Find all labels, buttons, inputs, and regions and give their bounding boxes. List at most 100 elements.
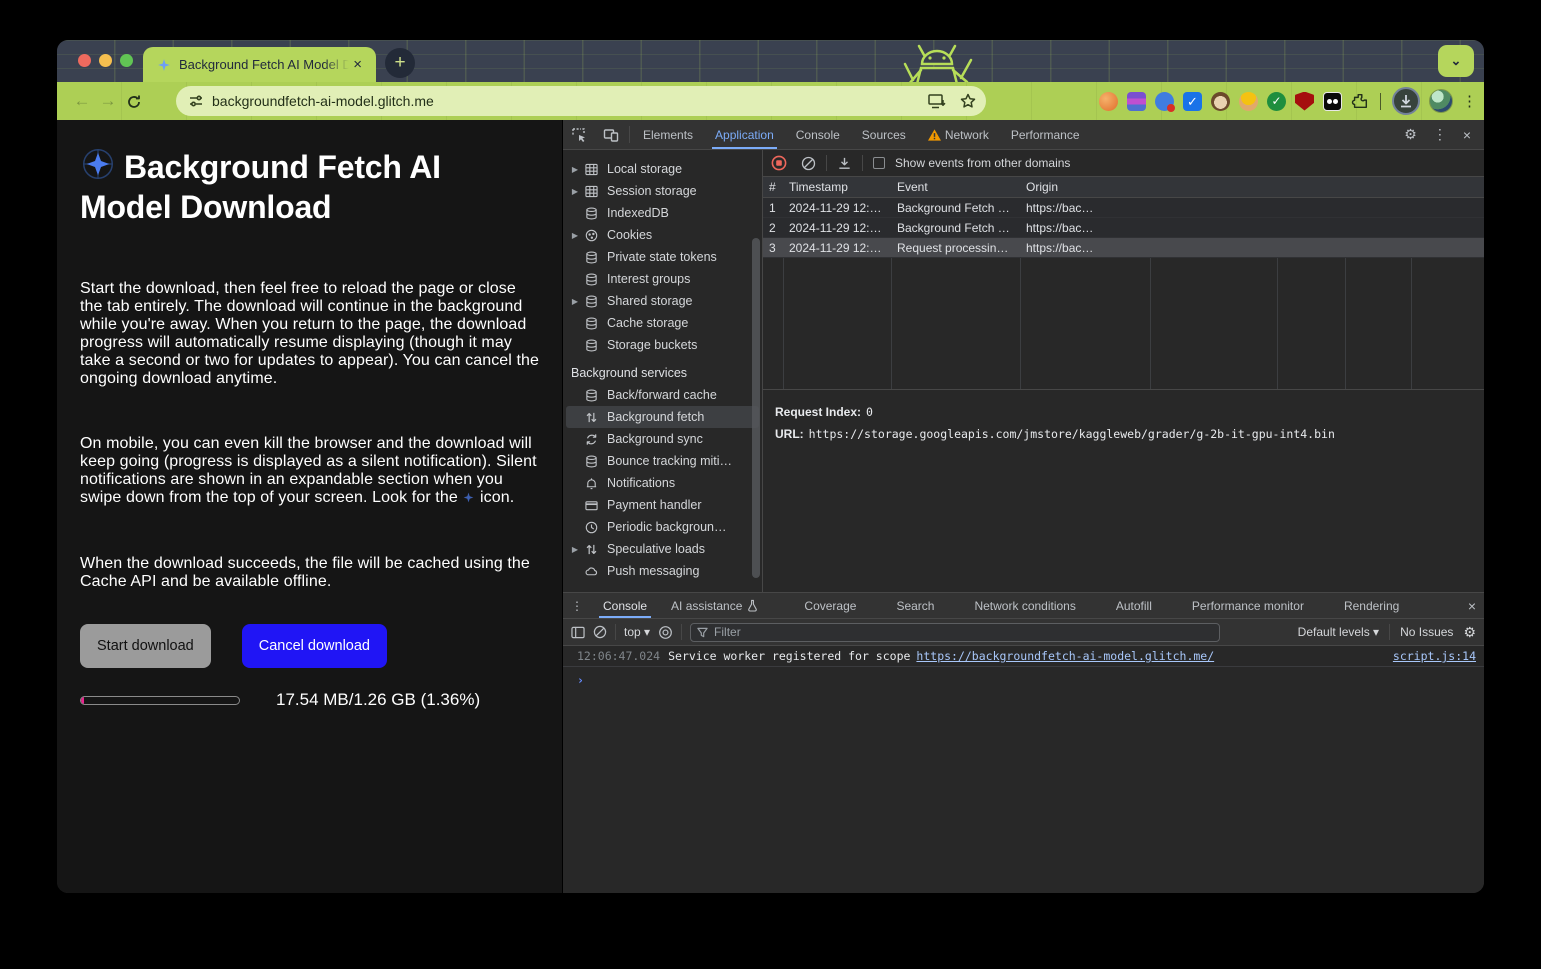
extension-icon-check-green[interactable]: ✓ (1267, 92, 1286, 111)
downloads-button[interactable] (1392, 87, 1420, 115)
devtools-panel: Elements Application Console Sources Net… (563, 120, 1484, 893)
table-row[interactable]: 2 2024-11-29 12:… Background Fetch … htt… (763, 218, 1484, 238)
database-icon (583, 389, 599, 402)
column-header-event[interactable]: Event (891, 180, 1020, 194)
sidebar-item-local-storage[interactable]: ▶Local storage (563, 158, 762, 180)
sidebar-item-session-storage[interactable]: ▶Session storage (563, 180, 762, 202)
sidebar-item-periodic-background-sync[interactable]: Periodic backgroun… (563, 516, 762, 538)
cancel-download-button[interactable]: Cancel download (242, 624, 387, 668)
forward-button[interactable]: → (95, 91, 121, 111)
console-message-link[interactable]: https://backgroundfetch-ai-model.glitch.… (916, 649, 1214, 663)
drawer-menu-icon[interactable]: ⋮ (563, 593, 591, 618)
devtools-close-icon[interactable]: × (1456, 127, 1478, 143)
profile-avatar[interactable] (1429, 89, 1453, 113)
maximize-window-button[interactable] (120, 54, 133, 67)
record-icon[interactable] (771, 155, 787, 171)
extension-icon-dice[interactable] (1323, 92, 1342, 111)
close-window-button[interactable] (78, 54, 91, 67)
sidebar-item-payment-handler[interactable]: Payment handler (563, 494, 762, 516)
drawer-tab-performance-monitor[interactable]: Performance monitor (1180, 593, 1316, 618)
sidebar-item-cache-storage[interactable]: Cache storage (563, 312, 762, 334)
extension-icon-fox[interactable] (1099, 92, 1118, 111)
devtools-tab-application[interactable]: Application (704, 120, 785, 149)
database-icon (583, 455, 599, 468)
cookie-icon (583, 229, 599, 242)
show-events-checkbox-label[interactable]: Show events from other domains (895, 156, 1070, 170)
url-text[interactable]: backgroundfetch-ai-model.glitch.me (212, 93, 928, 109)
show-events-checkbox[interactable] (873, 157, 885, 169)
sidebar-item-storage-buckets[interactable]: Storage buckets (563, 334, 762, 356)
extension-icon-key[interactable] (1155, 92, 1174, 111)
save-events-icon[interactable] (837, 156, 852, 171)
default-levels-dropdown[interactable]: Default levels ▾ (1298, 625, 1379, 639)
drawer-tab-search[interactable]: Search (884, 593, 946, 618)
browser-menu-icon[interactable]: ⋮ (1462, 92, 1476, 110)
console-filter-input[interactable] (714, 625, 1213, 639)
devtools-settings-icon[interactable]: ⚙ (1397, 126, 1424, 143)
devtools-menu-icon[interactable]: ⋮ (1426, 126, 1454, 143)
console-source-link[interactable]: script.js:14 (1393, 649, 1476, 663)
sidebar-item-interest-groups[interactable]: Interest groups (563, 268, 762, 290)
back-button[interactable]: ← (69, 91, 95, 111)
devtools-tab-sources[interactable]: Sources (851, 120, 917, 149)
drawer-close-icon[interactable]: × (1460, 593, 1484, 618)
sidebar-item-shared-storage[interactable]: ▶Shared storage (563, 290, 762, 312)
request-url-value: https://storage.googleapis.com/jmstore/k… (809, 427, 1335, 441)
sidebar-item-private-state-tokens[interactable]: Private state tokens (563, 246, 762, 268)
sidebar-item-background-sync[interactable]: Background sync (563, 428, 762, 450)
reload-button[interactable] (121, 92, 147, 110)
drawer-tab-rendering[interactable]: Rendering (1332, 593, 1411, 618)
live-expression-icon[interactable] (658, 625, 673, 640)
sidebar-item-bounce-tracking[interactable]: Bounce tracking miti… (563, 450, 762, 472)
column-header-timestamp[interactable]: Timestamp (783, 180, 891, 194)
table-row[interactable]: 1 2024-11-29 12:… Background Fetch … htt… (763, 198, 1484, 218)
browser-tab[interactable]: Background Fetch AI Model D × (143, 47, 376, 82)
cell-origin: https://bac… (1020, 241, 1150, 255)
console-filter[interactable] (690, 623, 1220, 642)
extension-icon-worker[interactable] (1239, 92, 1258, 111)
bookmark-star-icon[interactable] (960, 93, 976, 109)
url-bar[interactable]: backgroundfetch-ai-model.glitch.me (176, 86, 986, 116)
extensions-puzzle-icon[interactable] (1351, 92, 1369, 110)
device-toolbar-icon[interactable] (595, 120, 627, 149)
sidebar-item-push-messaging[interactable]: Push messaging (563, 560, 762, 582)
new-tab-button[interactable]: + (385, 48, 415, 78)
sidebar-item-back-forward-cache[interactable]: Back/forward cache (563, 384, 762, 406)
console-clear-icon[interactable] (593, 625, 607, 639)
drawer-tab-network-conditions[interactable]: Network conditions (962, 593, 1087, 618)
console-context-selector[interactable]: top ▾ (624, 625, 650, 639)
sidebar-item-notifications[interactable]: Notifications (563, 472, 762, 494)
devtools-tab-performance[interactable]: Performance (1000, 120, 1091, 149)
devtools-tab-network[interactable]: Network (917, 120, 1000, 149)
sidebar-item-cookies[interactable]: ▶Cookies (563, 224, 762, 246)
drawer-tab-ai-assistance[interactable]: AI assistance (659, 593, 770, 618)
sidebar-scrollbar[interactable] (752, 238, 760, 578)
tab-search-button[interactable]: ⌄ (1438, 45, 1474, 77)
extension-icon-monkey[interactable] (1211, 92, 1230, 111)
sidebar-item-background-fetch[interactable]: Background fetch (566, 406, 759, 428)
clear-icon[interactable] (801, 156, 816, 171)
drawer-tab-autofill[interactable]: Autofill (1104, 593, 1164, 618)
send-to-device-icon[interactable] (928, 94, 946, 109)
sidebar-item-indexeddb[interactable]: IndexedDB (563, 202, 762, 224)
column-header-origin[interactable]: Origin (1020, 180, 1150, 194)
start-download-button[interactable]: Start download (80, 624, 211, 668)
console-sidebar-icon[interactable] (571, 626, 585, 639)
extension-icon-shield[interactable] (1295, 92, 1314, 111)
console-settings-icon[interactable]: ⚙ (1463, 624, 1476, 641)
extension-icon-stack[interactable] (1127, 92, 1146, 111)
sidebar-item-speculative-loads[interactable]: ▶Speculative loads (563, 538, 762, 560)
site-settings-icon[interactable] (188, 93, 204, 109)
issues-counter[interactable]: No Issues (1400, 625, 1453, 639)
devtools-tab-elements[interactable]: Elements (632, 120, 704, 149)
table-row-selected[interactable]: 3 2024-11-29 12:… Request processin… htt… (763, 238, 1484, 258)
drawer-tab-coverage[interactable]: Coverage (792, 593, 868, 618)
console-prompt-chevron[interactable]: › (563, 667, 1484, 687)
column-header-num[interactable]: # (763, 180, 783, 194)
minimize-window-button[interactable] (99, 54, 112, 67)
extension-icon-check-blue[interactable]: ✓ (1183, 92, 1202, 111)
inspect-element-icon[interactable] (563, 120, 595, 149)
devtools-tab-console[interactable]: Console (785, 120, 851, 149)
tab-close-icon[interactable]: × (349, 55, 366, 74)
drawer-tab-console[interactable]: Console (591, 593, 659, 618)
